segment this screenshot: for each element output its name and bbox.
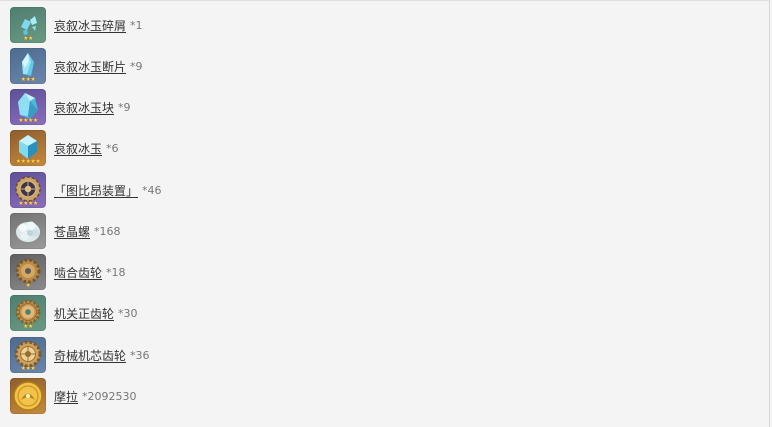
- ice-shard-icon[interactable]: ★★: [10, 7, 46, 43]
- list-item: ★★★ 哀叙冰玉断片 *9: [10, 48, 143, 84]
- list-item: 摩拉 *2092530: [10, 378, 137, 414]
- item-count: *9: [118, 100, 131, 114]
- item-link[interactable]: 「图比昂装置」: [54, 182, 138, 199]
- item-count: *6: [106, 141, 119, 155]
- rarity-stars: ★★★★★: [15, 158, 41, 165]
- item-link[interactable]: 哀叙冰玉: [54, 140, 102, 157]
- list-item: ★★★★ 「图比昂装置」 *46: [10, 172, 162, 208]
- tourbillon-device-icon[interactable]: ★★★★: [10, 172, 46, 208]
- list-item: 苍晶螺 *168: [10, 213, 121, 249]
- rarity-stars: ★: [25, 282, 31, 289]
- rarity-stars: ★★★: [20, 76, 36, 83]
- item-link[interactable]: 摩拉: [54, 388, 78, 405]
- item-count: *168: [94, 224, 121, 238]
- item-count: *46: [142, 183, 162, 197]
- item-count: *30: [118, 306, 138, 320]
- item-link[interactable]: 哀叙冰玉碎屑: [54, 17, 126, 34]
- list-item: ★ 啮合齿轮 *18: [10, 254, 126, 290]
- item-link[interactable]: 哀叙冰玉块: [54, 99, 114, 116]
- rarity-stars: ★★: [23, 323, 33, 330]
- item-count: *18: [106, 265, 126, 279]
- mora-coin-icon[interactable]: [10, 378, 46, 414]
- ice-gemstone-icon[interactable]: ★★★★★: [10, 130, 46, 166]
- rarity-stars: ★★★: [20, 365, 36, 372]
- ice-chunk-icon[interactable]: ★★★★: [10, 89, 46, 125]
- gear-icon[interactable]: ★: [10, 254, 46, 290]
- item-count: *2092530: [82, 389, 137, 403]
- item-count: *36: [130, 348, 150, 362]
- item-link[interactable]: 哀叙冰玉断片: [54, 58, 126, 75]
- ice-fragment-icon[interactable]: ★★★: [10, 48, 46, 84]
- item-link[interactable]: 啮合齿轮: [54, 264, 102, 281]
- spur-gear-icon[interactable]: ★★: [10, 295, 46, 331]
- list-item: ★★ 机关正齿轮 *30: [10, 295, 138, 331]
- rarity-stars: ★★: [23, 35, 33, 42]
- mechanism-gear-icon[interactable]: ★★★: [10, 337, 46, 373]
- list-item: ★★★★★ 哀叙冰玉 *6: [10, 130, 119, 166]
- list-item: ★★ 哀叙冰玉碎屑 *1: [10, 7, 143, 43]
- crystal-snail-icon[interactable]: [10, 213, 46, 249]
- item-link[interactable]: 机关正齿轮: [54, 305, 114, 322]
- item-count: *1: [130, 18, 143, 32]
- item-link[interactable]: 奇械机芯齿轮: [54, 347, 126, 364]
- rarity-stars: ★★★★: [18, 200, 38, 207]
- list-item: ★★★ 奇械机芯齿轮 *36: [10, 337, 150, 373]
- item-link[interactable]: 苍晶螺: [54, 223, 90, 240]
- list-item: ★★★★ 哀叙冰玉块 *9: [10, 89, 131, 125]
- item-count: *9: [130, 59, 143, 73]
- rarity-stars: ★★★★: [18, 117, 38, 124]
